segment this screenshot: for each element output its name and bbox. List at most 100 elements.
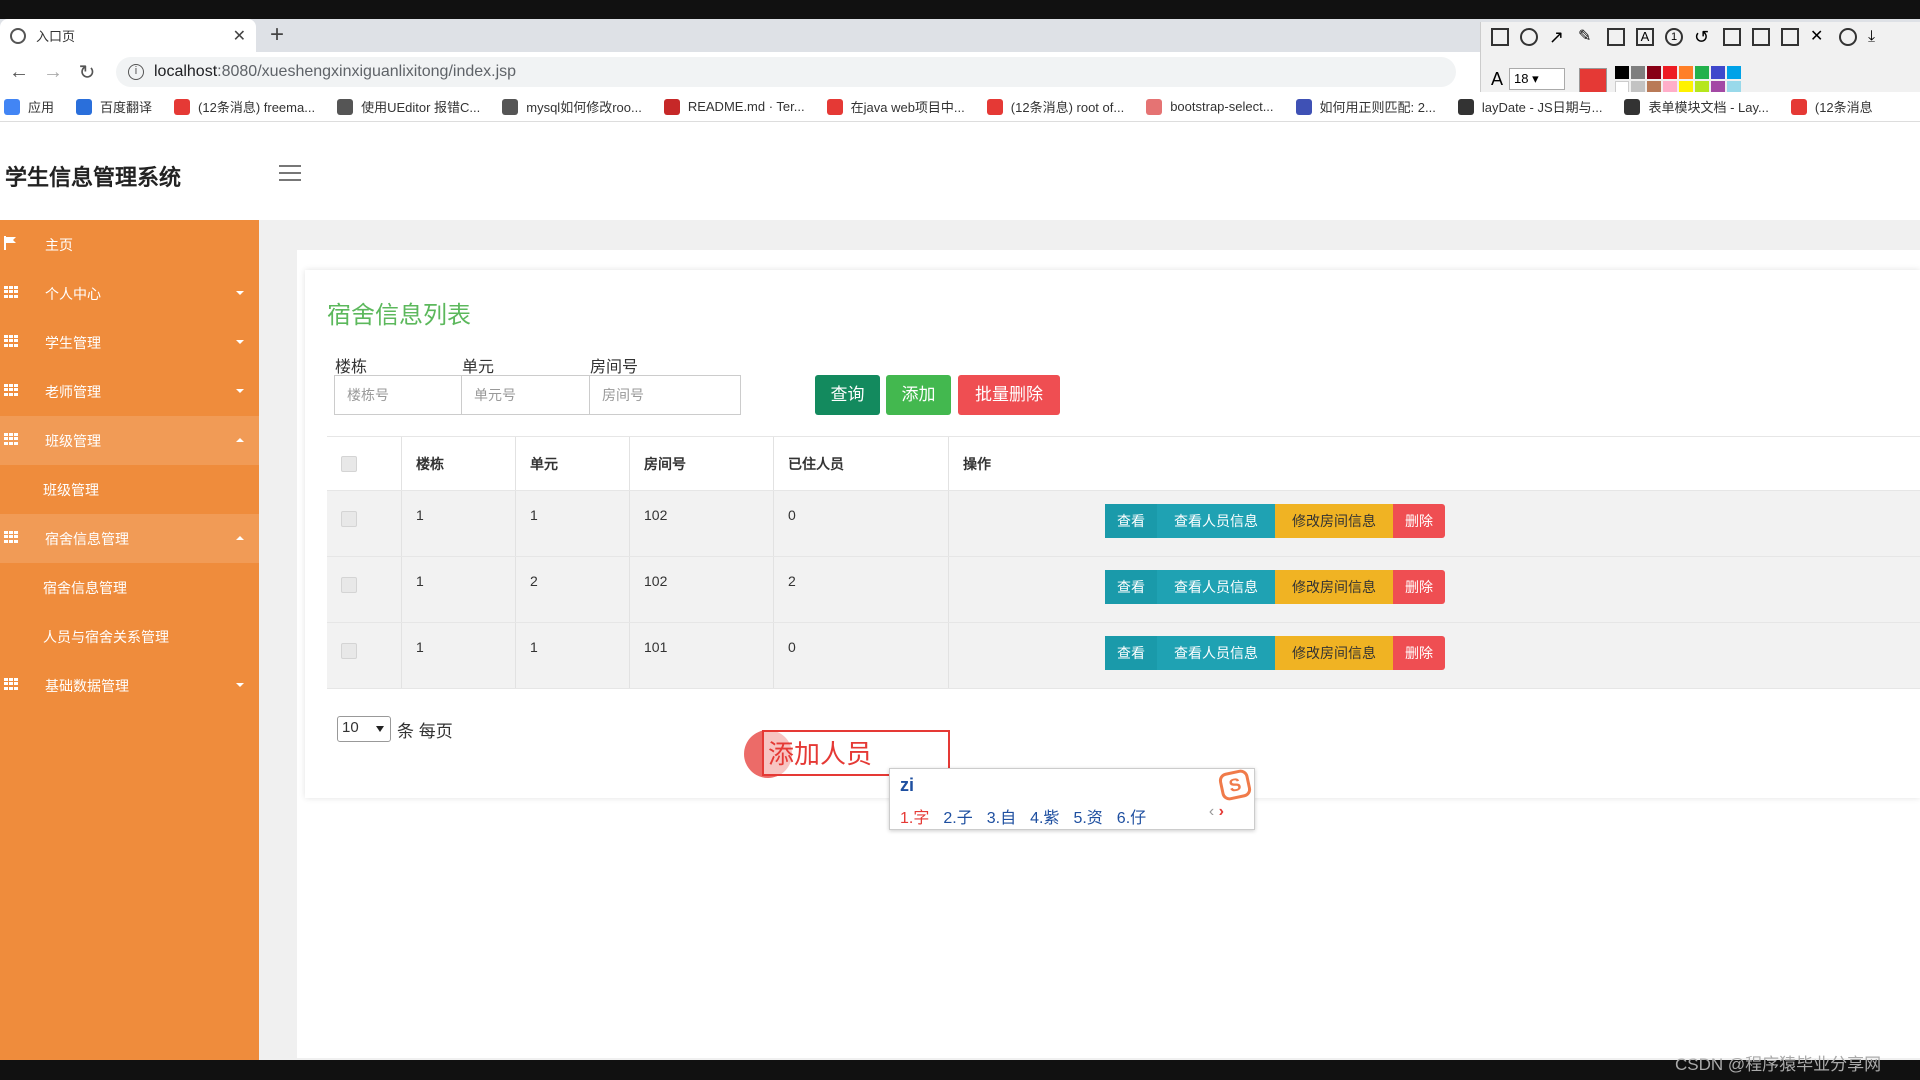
bookmark-item[interactable]: 表单模块文档 - Lay...	[1624, 97, 1769, 116]
view-button[interactable]: 查看	[1105, 636, 1157, 670]
sidebar-item[interactable]: 基础数据管理	[0, 661, 259, 710]
download-icon[interactable]: ⤓	[1868, 28, 1886, 46]
page-size-select[interactable]: 10	[337, 716, 391, 742]
add-button[interactable]: 添加	[886, 375, 951, 415]
sidebar-item[interactable]: 老师管理	[0, 367, 259, 416]
page-size-control: 10 条 每页	[337, 716, 453, 742]
grid-icon	[4, 335, 18, 347]
sidebar-item-label: 学生管理	[45, 334, 101, 351]
translate-icon[interactable]	[1781, 28, 1799, 46]
text-tool-icon[interactable]: A	[1636, 28, 1654, 46]
edit-room-button[interactable]: 修改房间信息	[1275, 636, 1393, 670]
ocr-icon[interactable]	[1752, 28, 1770, 46]
ime-candidate[interactable]: 5.资	[1073, 804, 1102, 828]
sidebar-item[interactable]: 班级管理	[0, 416, 259, 465]
view-button[interactable]: 查看	[1105, 504, 1157, 538]
bookmarks-bar: 应用 百度翻译 (12条消息) freema... 使用UEditor 报错C... m…	[0, 92, 1920, 122]
bookmark-item[interactable]: 在java web项目中...	[826, 97, 965, 116]
number-tool-icon[interactable]: 1	[1665, 28, 1683, 46]
bookmark-item[interactable]: 应用	[4, 97, 54, 116]
batch-delete-button[interactable]: 批量删除	[958, 375, 1060, 415]
bookmark-item[interactable]: mysql如何修改roo...	[502, 97, 642, 116]
room-input[interactable]: 房间号	[589, 375, 741, 415]
color-swatch[interactable]	[1679, 66, 1693, 79]
ime-candidate[interactable]: 1.字	[900, 804, 929, 828]
bookmark-item[interactable]: (12条消息	[1790, 97, 1873, 116]
ime-page-arrows[interactable]: ‹ ›	[1209, 803, 1224, 821]
sidebar-subitem[interactable]: 宿舍信息管理	[0, 563, 259, 612]
view-button[interactable]: 查看	[1105, 570, 1157, 604]
undo-icon[interactable]: ↺	[1694, 28, 1712, 46]
color-swatch[interactable]	[1663, 66, 1677, 79]
edit-room-button[interactable]: 修改房间信息	[1275, 504, 1393, 538]
edit-room-button[interactable]: 修改房间信息	[1275, 570, 1393, 604]
table-cell: 0	[774, 623, 949, 688]
row-actions: 查看 查看人员信息 修改房间信息 删除	[1105, 570, 1445, 604]
color-swatch[interactable]	[1631, 66, 1645, 79]
sidebar-subitem[interactable]: 班级管理	[0, 465, 259, 514]
sidebar-item[interactable]: 主页	[0, 220, 259, 269]
table-cell: 2	[516, 557, 630, 622]
bookmark-item[interactable]: bootstrap-select...	[1146, 98, 1274, 115]
bookmark-item[interactable]: (12条消息) freema...	[174, 97, 315, 116]
close-icon[interactable]: ✕	[233, 26, 246, 46]
sidebar-item[interactable]: 个人中心	[0, 269, 259, 318]
ime-candidate[interactable]: 2.子	[943, 804, 972, 828]
query-button[interactable]: 查询	[815, 375, 880, 415]
select-all-checkbox[interactable]	[341, 456, 357, 472]
top-letterbox	[0, 0, 1920, 19]
arrow-tool-icon[interactable]: ↗	[1549, 28, 1567, 46]
bookmark-item[interactable]: 使用UEditor 报错C...	[337, 97, 480, 116]
back-arrow-icon[interactable]: ←	[4, 61, 34, 84]
pen-tool-icon[interactable]: ✎	[1578, 28, 1596, 46]
delete-button[interactable]: 删除	[1393, 570, 1445, 604]
bookmark-item[interactable]: 百度翻译	[76, 97, 152, 116]
view-people-button[interactable]: 查看人员信息	[1157, 636, 1275, 670]
bookmark-item[interactable]: 如何用正则匹配: 2...	[1295, 97, 1436, 116]
ime-candidate[interactable]: 6.仔	[1117, 804, 1146, 828]
color-swatch[interactable]	[1647, 66, 1661, 79]
row-select-cell	[327, 491, 402, 556]
color-swatch[interactable]	[1711, 66, 1725, 79]
menu-toggle-icon[interactable]	[279, 165, 301, 181]
font-size-select[interactable]: 18 ▾	[1509, 68, 1566, 90]
url-host: localhost	[154, 63, 218, 80]
row-checkbox[interactable]	[341, 577, 357, 593]
ellipse-tool-icon[interactable]	[1520, 28, 1538, 46]
row-checkbox[interactable]	[341, 643, 357, 659]
reload-icon[interactable]: ↻	[72, 60, 102, 85]
bookmark-item[interactable]: layDate - JS日期与...	[1457, 97, 1603, 116]
sidebar-subitem[interactable]: 人员与宿舍关系管理	[0, 612, 259, 661]
color-swatch[interactable]	[1615, 66, 1629, 79]
bookmark-label: layDate - JS日期与...	[1481, 100, 1603, 115]
cancel-icon[interactable]: ✕	[1810, 28, 1828, 46]
info-icon[interactable]: i	[128, 64, 144, 80]
delete-button[interactable]: 删除	[1393, 636, 1445, 670]
caret-up-icon	[236, 438, 244, 442]
sidebar-item[interactable]: 学生管理	[0, 318, 259, 367]
bookmark-item[interactable]: README.md · Ter...	[663, 98, 805, 115]
url-field[interactable]: i localhost:8080/xueshengxinxiguanlixito…	[116, 57, 1456, 87]
table-header: 楼栋 单元 房间号 已住人员 操作	[327, 436, 1920, 491]
view-people-button[interactable]: 查看人员信息	[1157, 504, 1275, 538]
forward-arrow-icon[interactable]: →	[38, 61, 68, 84]
view-people-button[interactable]: 查看人员信息	[1157, 570, 1275, 604]
sidebar-item[interactable]: 宿舍信息管理	[0, 514, 259, 563]
color-swatch[interactable]	[1695, 66, 1709, 79]
row-checkbox[interactable]	[341, 511, 357, 527]
grid-icon	[4, 433, 18, 445]
rectangle-tool-icon[interactable]	[1491, 28, 1509, 46]
delete-button[interactable]: 删除	[1393, 504, 1445, 538]
bookmark-item[interactable]: (12条消息) root of...	[986, 97, 1124, 116]
browser-tab[interactable]: 入口页 ✕	[0, 19, 256, 52]
bookmark-label: README.md · Ter...	[687, 99, 805, 114]
ime-candidate[interactable]: 4.紫	[1030, 804, 1059, 828]
select-all-cell	[327, 437, 402, 490]
ime-candidate[interactable]: 3.自	[987, 804, 1016, 828]
mosaic-tool-icon[interactable]	[1607, 28, 1625, 46]
record-icon[interactable]	[1839, 28, 1857, 46]
column-header: 房间号	[630, 437, 774, 490]
pin-icon[interactable]	[1723, 28, 1741, 46]
new-tab-button[interactable]: +	[270, 21, 284, 49]
color-swatch[interactable]	[1727, 66, 1741, 79]
